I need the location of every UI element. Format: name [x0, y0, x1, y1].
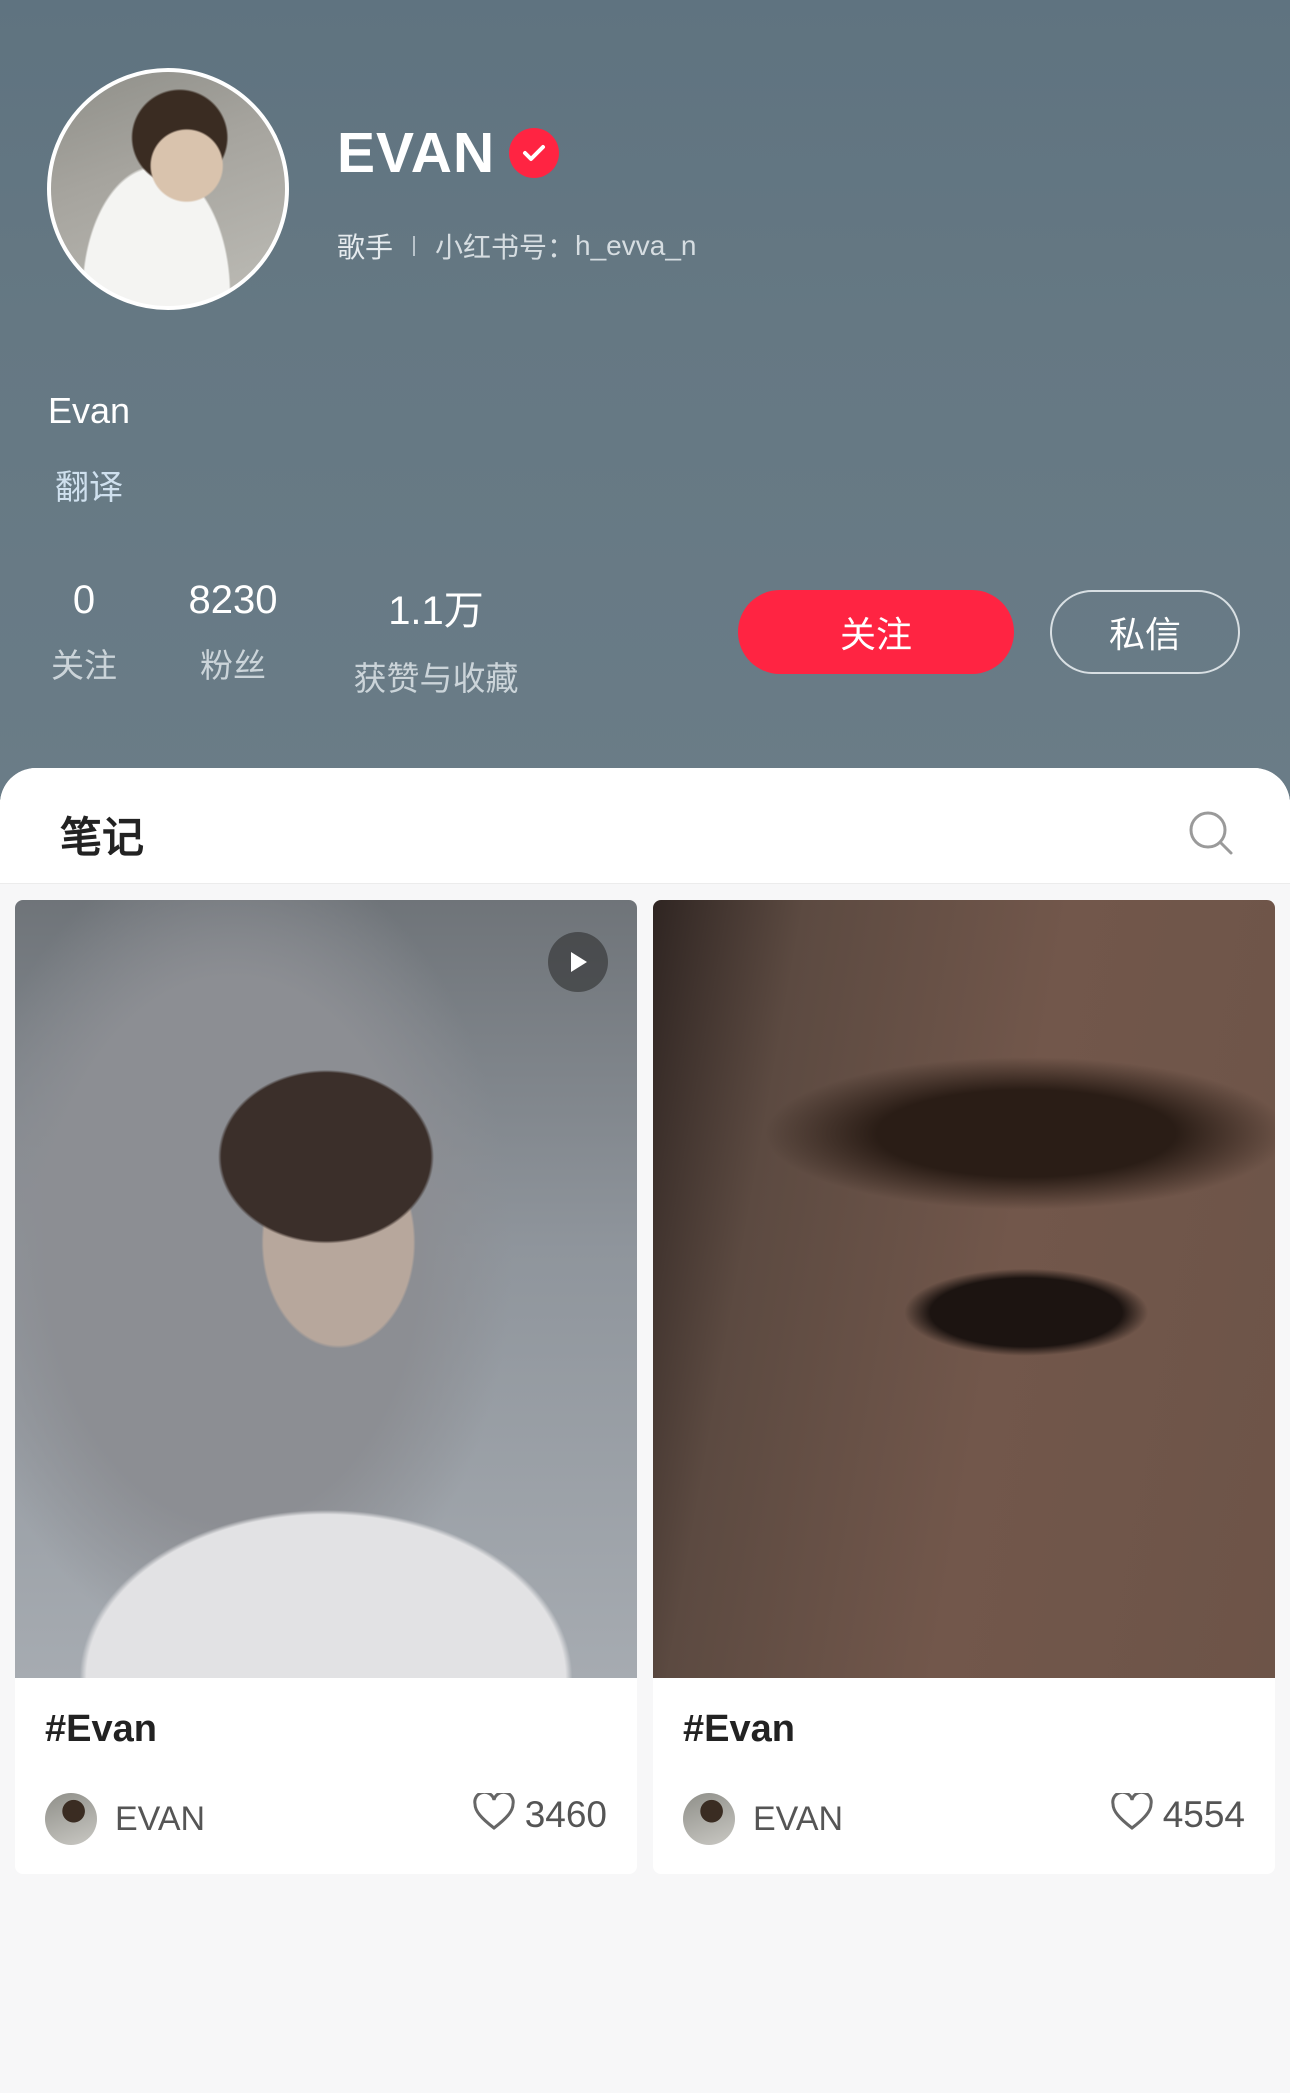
author-name: EVAN — [753, 1799, 844, 1838]
following-label: 关注 — [51, 647, 117, 684]
profile-avatar[interactable] — [47, 68, 289, 310]
like-button[interactable]: 4554 — [1110, 1790, 1245, 1836]
author-name: EVAN — [115, 1799, 206, 1838]
likes-collected-count: 1.1万 — [388, 589, 484, 633]
occupation-label: 歌手 — [337, 232, 394, 263]
followers-label: 粉丝 — [200, 647, 266, 684]
like-button[interactable]: 3460 — [472, 1790, 607, 1836]
notes-sheet: 笔记 #Evan EVAN 3460 #Evan EVAN 4554 — [0, 768, 1290, 2093]
message-button[interactable]: 私信 — [1050, 590, 1240, 674]
followers-count: 8230 — [188, 578, 278, 622]
note-author[interactable]: EVAN — [683, 1793, 843, 1845]
tab-notes[interactable]: 笔记 — [60, 804, 144, 865]
note-cover-image[interactable] — [15, 900, 637, 1678]
profile-meta: 歌手 小红书号： h_evva_n — [337, 226, 696, 266]
like-count: 4554 — [1162, 1793, 1245, 1835]
verified-badge-icon — [509, 128, 560, 178]
display-name: EVAN — [337, 121, 496, 185]
note-title: #Evan — [45, 1708, 157, 1750]
note-author[interactable]: EVAN — [45, 1793, 205, 1845]
note-cover-image[interactable] — [653, 900, 1275, 1678]
id-value[interactable]: h_evva_n — [575, 230, 696, 262]
following-count: 0 — [72, 578, 96, 622]
author-avatar — [683, 1793, 735, 1845]
heart-icon — [1110, 1790, 1153, 1836]
profile-header: EVAN 歌手 小红书号： h_evva_n Evan 翻译 0 关注 8230… — [0, 0, 1290, 800]
meta-divider — [413, 236, 416, 256]
likes-collected-label: 获赞与收藏 — [353, 660, 519, 697]
note-title: #Evan — [683, 1708, 795, 1750]
follow-button[interactable]: 关注 — [738, 590, 1014, 674]
note-card[interactable]: #Evan EVAN 3460 — [15, 900, 637, 1874]
translate-link[interactable]: 翻译 — [55, 460, 123, 509]
name-row: EVAN — [337, 120, 560, 186]
search-icon[interactable] — [1188, 810, 1234, 856]
play-icon — [548, 932, 608, 992]
note-card[interactable]: #Evan EVAN 4554 — [653, 900, 1275, 1874]
stat-likes[interactable]: 1.1万 获赞与收藏 — [346, 578, 526, 700]
author-avatar — [45, 1793, 97, 1845]
bio-text: Evan — [48, 390, 131, 431]
id-label: 小红书号： — [435, 232, 576, 263]
notes-tabbar: 笔记 — [0, 768, 1290, 884]
stat-followers[interactable]: 8230 粉丝 — [178, 578, 288, 687]
heart-icon — [472, 1790, 515, 1836]
like-count: 3460 — [524, 1793, 607, 1835]
stat-following[interactable]: 0 关注 — [48, 578, 120, 687]
